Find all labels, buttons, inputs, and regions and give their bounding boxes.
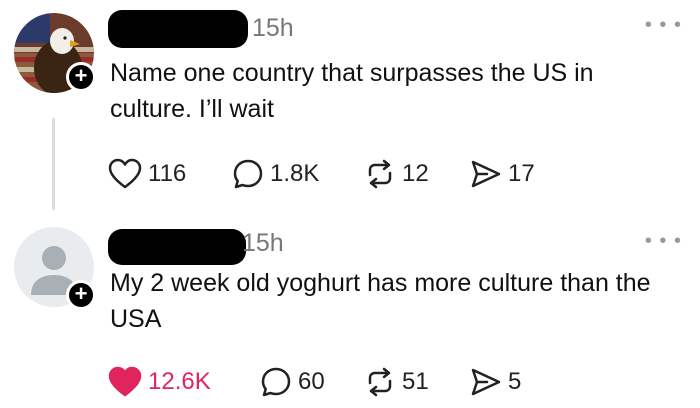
- comment-button[interactable]: 1.8K: [232, 157, 319, 191]
- post: 15h • • • My 2 week old yoghurt has more…: [0, 225, 700, 408]
- comment-count: 60: [298, 368, 325, 395]
- more-icon[interactable]: • • •: [645, 14, 682, 37]
- post-text: Name one country that surpasses the US i…: [110, 59, 594, 123]
- comment-button[interactable]: 60: [260, 365, 325, 399]
- repost-button[interactable]: 51: [364, 365, 429, 399]
- repost-count: 51: [402, 368, 429, 395]
- repost-count: 12: [402, 160, 429, 187]
- repost-icon: [368, 367, 392, 397]
- heart-icon: [108, 158, 142, 189]
- repost-icon: [368, 159, 392, 189]
- like-button[interactable]: 116: [108, 157, 186, 191]
- like-count: 116: [148, 160, 187, 187]
- follow-plus-icon[interactable]: +: [66, 280, 96, 310]
- like-button[interactable]: 12.6K: [108, 365, 211, 399]
- comment-icon: [261, 367, 291, 397]
- comment-icon: [233, 159, 263, 189]
- share-count: 17: [508, 160, 535, 187]
- heart-icon: [108, 366, 142, 397]
- share-button[interactable]: 17: [470, 157, 535, 191]
- share-count: 5: [508, 368, 522, 395]
- share-icon: [471, 160, 501, 188]
- post: + 15h • • • Name one country that surpas…: [0, 0, 700, 225]
- more-icon[interactable]: • • •: [645, 230, 682, 253]
- post-time: 15h: [242, 229, 284, 257]
- post-time: 15h: [252, 14, 294, 42]
- repost-button[interactable]: 12: [364, 157, 429, 191]
- comment-count: 1.8K: [270, 160, 320, 187]
- like-count: 12.6K: [148, 368, 211, 395]
- share-button[interactable]: 5: [470, 365, 521, 399]
- redacted-username: [108, 229, 246, 265]
- follow-plus-icon[interactable]: +: [66, 62, 96, 92]
- post-text: My 2 week old yoghurt has more culture t…: [110, 269, 651, 333]
- redacted-username: [108, 10, 248, 48]
- thread-line: [52, 118, 55, 210]
- share-icon: [471, 368, 501, 396]
